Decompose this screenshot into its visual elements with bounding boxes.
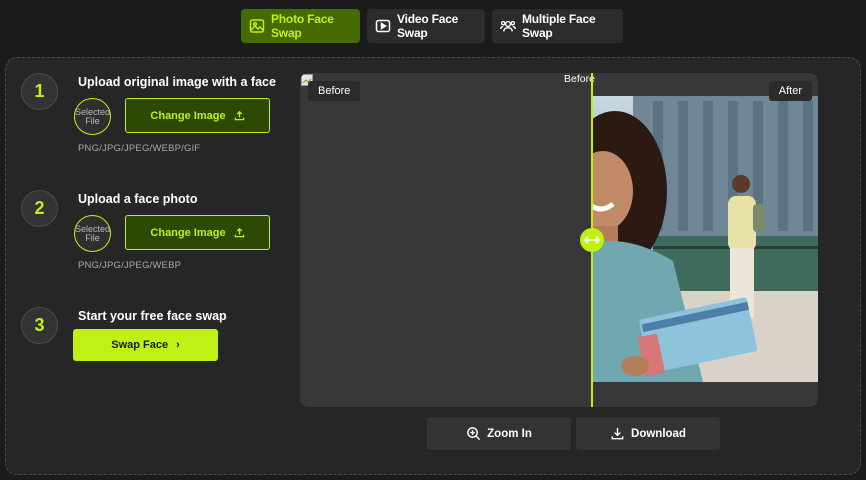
thumbnail-alt-text: Selected File — [75, 107, 111, 126]
arrows-horizontal-icon — [584, 236, 600, 244]
step-1-title: Upload original image with a face — [78, 75, 276, 89]
step-3-number: 3 — [21, 307, 58, 344]
change-original-image-button[interactable]: Change Image — [125, 98, 270, 133]
step-2-number: 2 — [21, 190, 58, 227]
users-icon — [500, 20, 516, 32]
zoom-in-icon — [467, 427, 481, 441]
face-photo-thumbnail[interactable]: Selected File — [74, 215, 111, 252]
original-image-thumbnail[interactable]: Selected File — [74, 98, 111, 135]
change-face-photo-button[interactable]: Change Image — [125, 215, 270, 250]
face-photo-illustration — [593, 96, 818, 382]
tab-label: Video Face Swap — [397, 12, 459, 40]
step-1-formats: PNG/JPG/JPEG/WEBP/GIF — [78, 143, 201, 154]
step-2-formats: PNG/JPG/JPEG/WEBP — [78, 260, 182, 271]
before-label: Before — [308, 81, 361, 101]
image-icon — [249, 19, 265, 33]
button-label: Change Image — [150, 109, 226, 122]
button-label: Zoom In — [487, 427, 532, 440]
step-2-title: Upload a face photo — [78, 192, 198, 206]
swap-face-button[interactable]: Swap Face › — [73, 329, 218, 361]
before-after-compare[interactable]: Before Before After — [300, 73, 818, 407]
download-button[interactable]: Download — [576, 417, 720, 450]
upload-icon — [234, 110, 244, 121]
upload-icon — [234, 227, 244, 238]
tab-video-face-swap[interactable]: Video Face Swap — [367, 9, 485, 43]
tab-label: Photo Face Swap — [271, 12, 334, 40]
step-1-number: 1 — [21, 73, 58, 110]
compare-slider-handle[interactable] — [580, 228, 604, 252]
button-label: Swap Face — [111, 339, 169, 351]
thumbnail-alt-text: Selected File — [75, 224, 111, 243]
tab-label: Multiple Face Swap — [522, 12, 596, 40]
step-3-title: Start your free face swap — [78, 309, 227, 323]
button-label: Change Image — [150, 226, 226, 239]
after-photo — [593, 96, 818, 382]
tab-multiple-face-swap[interactable]: Multiple Face Swap — [492, 9, 623, 43]
zoom-in-button[interactable]: Zoom In — [427, 417, 571, 450]
chevron-right-icon: › — [176, 339, 180, 351]
download-icon — [611, 427, 624, 440]
mode-tabs: Photo Face Swap Video Face Swap Multiple… — [241, 9, 623, 43]
face-swap-panel: 1 Upload original image with a face Sele… — [5, 57, 861, 475]
after-label: After — [768, 81, 812, 101]
play-icon — [375, 19, 391, 33]
button-label: Download — [631, 427, 686, 440]
tab-photo-face-swap[interactable]: Photo Face Swap — [241, 9, 360, 43]
